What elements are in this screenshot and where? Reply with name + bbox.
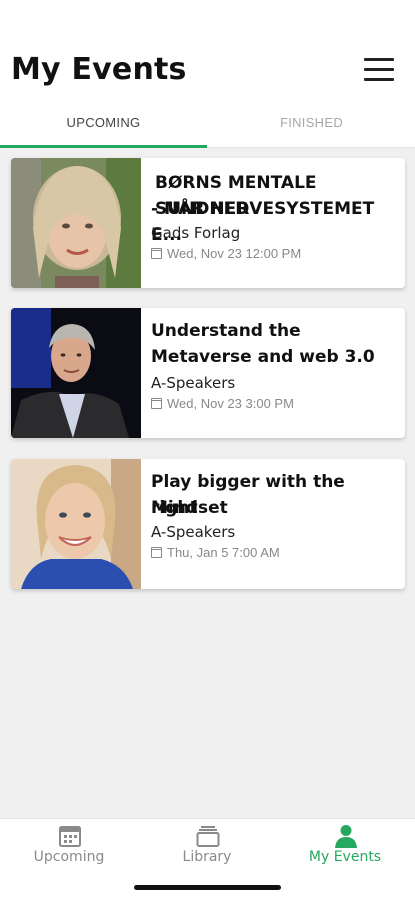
- event-organizer: Gads Forlag: [151, 224, 241, 242]
- nav-label: My Events: [308, 849, 382, 865]
- page-title: My Events: [11, 52, 187, 87]
- event-card[interactable]: Play bigger with the right Mindset A-Spe…: [11, 459, 405, 589]
- menu-icon[interactable]: [362, 56, 396, 84]
- event-date: Wed, Nov 23 12:00 PM: [151, 246, 301, 261]
- header: My Events: [0, 0, 415, 112]
- event-card[interactable]: BØRNS MENTALE SUNDHED - NÅR NERVESYSTEME…: [11, 158, 405, 288]
- tab-upcoming[interactable]: UPCOMING: [0, 112, 207, 148]
- nav-upcoming[interactable]: Upcoming: [0, 819, 138, 879]
- nav-my-events[interactable]: My Events: [276, 819, 414, 879]
- event-thumbnail: [11, 308, 141, 438]
- event-date-text: Wed, Nov 23 3:00 PM: [167, 396, 294, 411]
- nav-library[interactable]: Library: [138, 819, 276, 879]
- event-date: Thu, Jan 5 7:00 AM: [151, 545, 280, 560]
- event-organizer: A-Speakers: [151, 523, 236, 541]
- event-title-line1: Understand the: [151, 321, 301, 341]
- event-date: Wed, Nov 23 3:00 PM: [151, 396, 294, 411]
- event-title-line2: Mindset: [151, 498, 228, 518]
- tab-finished[interactable]: FINISHED: [208, 112, 415, 148]
- library-icon: [196, 826, 220, 847]
- nav-label: Upcoming: [33, 849, 105, 865]
- event-thumbnail: [11, 158, 141, 288]
- event-thumbnail: [11, 459, 141, 589]
- event-date-text: Thu, Jan 5 7:00 AM: [167, 545, 280, 560]
- event-organizer: A-Speakers: [151, 374, 236, 392]
- home-indicator[interactable]: [134, 885, 281, 890]
- calendar-icon: [59, 826, 81, 847]
- nav-label: Library: [182, 849, 232, 865]
- event-card[interactable]: Understand the Metaverse and web 3.0 A-S…: [11, 308, 405, 438]
- event-title-line2: Metaverse and web 3.0: [151, 347, 375, 367]
- person-icon: [335, 825, 357, 848]
- calendar-icon: [151, 547, 162, 558]
- calendar-icon: [151, 248, 162, 259]
- event-tabs: UPCOMING FINISHED: [0, 112, 415, 148]
- event-date-text: Wed, Nov 23 12:00 PM: [167, 246, 302, 261]
- calendar-icon: [151, 398, 162, 409]
- active-tab-indicator: [0, 145, 207, 148]
